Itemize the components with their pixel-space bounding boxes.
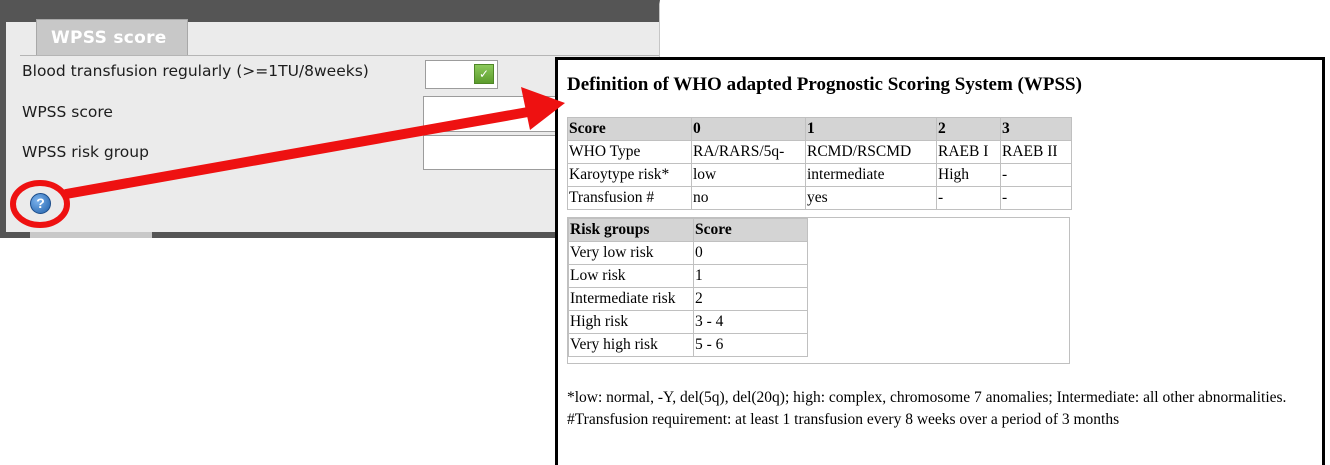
- risk-header-cell: Risk groups: [568, 218, 694, 242]
- table-cell: Karoytype risk*: [567, 163, 692, 187]
- score-header-cell: 2: [936, 117, 1001, 141]
- table-cell: 2: [693, 287, 808, 311]
- score-header-cell: 1: [805, 117, 937, 141]
- wpss-risk-group-label: WPSS risk group: [22, 143, 149, 161]
- table-cell: Very high risk: [568, 333, 694, 357]
- score-header-cell: 0: [691, 117, 806, 141]
- wpss-score-label: WPSS score: [22, 103, 113, 121]
- table-cell: yes: [805, 186, 937, 210]
- table-cell: -: [1000, 163, 1072, 187]
- risk-group-table: Risk groups Score Very low risk 0 Low ri…: [568, 218, 808, 357]
- table-cell: RA/RARS/5q-: [691, 140, 806, 164]
- wpss-score-field[interactable]: [423, 96, 560, 132]
- wpss-risk-group-field[interactable]: [423, 135, 560, 170]
- popup-title: Definition of WHO adapted Prognostic Sco…: [567, 74, 1082, 95]
- table-row: WHO Type RA/RARS/5q- RCMD/RSCMD RAEB I R…: [567, 140, 1072, 164]
- table-cell: 0: [693, 241, 808, 265]
- popup-footnotes: *low: normal, -Y, del(5q), del(20q); hig…: [567, 387, 1312, 431]
- transfusion-select[interactable]: ✓: [425, 60, 498, 89]
- table-cell: RAEB I: [936, 140, 1001, 164]
- select-dropdown-arrow-icon[interactable]: ✓: [474, 64, 494, 84]
- table-cell: 5 - 6: [693, 333, 808, 357]
- table-cell: intermediate: [805, 163, 937, 187]
- score-table-header-row: Score 0 1 2 3: [567, 117, 1072, 141]
- table-cell: no: [691, 186, 806, 210]
- table-row: Very high risk 5 - 6: [568, 333, 808, 357]
- risk-header-cell: Score: [693, 218, 808, 242]
- risk-table-header-row: Risk groups Score: [568, 218, 808, 242]
- risk-group-area: Risk groups Score Very low risk 0 Low ri…: [567, 217, 1070, 364]
- table-cell: WHO Type: [567, 140, 692, 164]
- table-cell: RAEB II: [1000, 140, 1072, 164]
- table-row: Karoytype risk* low intermediate High -: [567, 163, 1072, 187]
- table-cell: Transfusion #: [567, 186, 692, 210]
- table-cell: -: [1000, 186, 1072, 210]
- table-cell: Very low risk: [568, 241, 694, 265]
- table-cell: low: [691, 163, 806, 187]
- table-row: Intermediate risk 2: [568, 287, 808, 311]
- score-header-cell: Score: [567, 117, 692, 141]
- table-row: High risk 3 - 4: [568, 310, 808, 334]
- table-cell: 3 - 4: [693, 310, 808, 334]
- score-header-cell: 3: [1000, 117, 1072, 141]
- panel-bottom-tab: [30, 232, 152, 238]
- wpss-definition-popup: Definition of WHO adapted Prognostic Sco…: [555, 57, 1325, 465]
- transfusion-label: Blood transfusion regularly (>=1TU/8week…: [22, 62, 369, 80]
- table-cell: Low risk: [568, 264, 694, 288]
- help-icon[interactable]: ?: [30, 193, 51, 214]
- table-cell: RCMD/RSCMD: [805, 140, 937, 164]
- wpss-score-legend: WPSS score: [36, 19, 188, 55]
- table-row: Low risk 1: [568, 264, 808, 288]
- table-cell: High risk: [568, 310, 694, 334]
- table-cell: -: [936, 186, 1001, 210]
- transfusion-footnote: #Transfusion requirement: at least 1 tra…: [567, 411, 1120, 428]
- table-row: Very low risk 0: [568, 241, 808, 265]
- karyotype-footnote: *low: normal, -Y, del(5q), del(20q); hig…: [567, 389, 1287, 406]
- score-table: Score 0 1 2 3 WHO Type RA/RARS/5q- RCMD/…: [567, 117, 1072, 210]
- table-cell: High: [936, 163, 1001, 187]
- table-row: Transfusion # no yes - -: [567, 186, 1072, 210]
- table-cell: 1: [693, 264, 808, 288]
- table-cell: Intermediate risk: [568, 287, 694, 311]
